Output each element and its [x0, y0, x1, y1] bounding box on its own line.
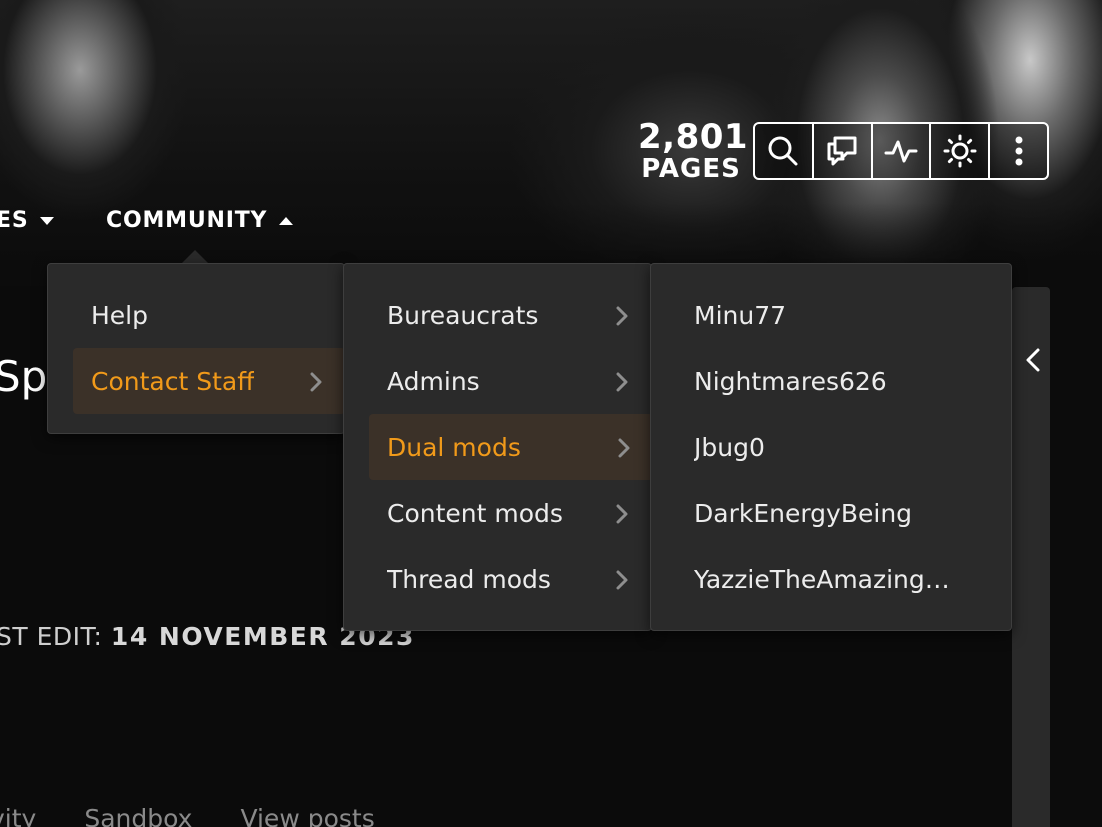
user-link: YazzieTheAmazing…: [694, 564, 950, 594]
activity-button[interactable]: [873, 124, 932, 178]
community-dropdown: Help Contact Staff: [47, 263, 345, 434]
menu-item-admins[interactable]: Admins: [369, 348, 651, 414]
menu-item-label: Admins: [387, 366, 480, 396]
nav-item-partial[interactable]: ES: [0, 208, 55, 233]
more-options-icon: [1015, 136, 1023, 166]
chevron-right-icon: [615, 370, 629, 392]
chevron-right-icon: [617, 436, 631, 458]
profile-tabs: vity Sandbox View posts: [0, 804, 375, 827]
chevron-left-icon[interactable]: [1022, 347, 1044, 373]
nav-item-community[interactable]: COMMUNITY: [106, 208, 294, 233]
menu-item-user[interactable]: Nightmares626: [676, 348, 996, 414]
user-link: Nightmares626: [694, 366, 887, 396]
menu-item-user[interactable]: Minu77: [676, 282, 996, 348]
menu-item-label: Help: [91, 300, 148, 330]
more-options-button[interactable]: [990, 124, 1047, 178]
nav-item-partial-label: ES: [0, 208, 29, 233]
menu-item-bureaucrats[interactable]: Bureaucrats: [369, 282, 651, 348]
dual-mods-submenu: Minu77 Nightmares626 Jbug0 DarkEnergyBei…: [650, 263, 1012, 631]
last-edit-label: ST EDIT:: [0, 622, 103, 651]
search-button[interactable]: [755, 124, 814, 178]
chevron-right-icon: [615, 304, 629, 326]
page-root: 2,801 PAGES ES COMMUNITY Spo ST EDIT: 14…: [0, 0, 1102, 827]
page-count-stat: 2,801 PAGES: [638, 117, 749, 184]
menu-item-content-mods[interactable]: Content mods: [369, 480, 651, 546]
chevron-up-icon: [279, 216, 294, 225]
menu-item-label: Content mods: [387, 498, 563, 528]
chevron-down-icon: [40, 216, 55, 225]
theme-toggle-icon: [943, 134, 977, 168]
contact-staff-submenu: Bureaucrats Admins Dual mods Content mod…: [343, 263, 653, 631]
user-link: DarkEnergyBeing: [694, 498, 913, 528]
menu-item-user[interactable]: Jbug0: [676, 414, 996, 480]
nav-item-community-label: COMMUNITY: [106, 208, 268, 233]
activity-icon: [884, 140, 918, 163]
chevron-right-icon: [309, 370, 323, 392]
search-icon: [768, 136, 798, 166]
page-count-label: PAGES: [641, 154, 741, 184]
tab-activity[interactable]: vity: [0, 804, 36, 827]
menu-item-help[interactable]: Help: [73, 282, 343, 348]
menu-item-contact-staff[interactable]: Contact Staff: [73, 348, 345, 414]
menu-item-label: Dual mods: [387, 432, 521, 462]
chevron-right-icon: [615, 502, 629, 524]
discussions-button[interactable]: [814, 124, 873, 178]
tab-sandbox[interactable]: Sandbox: [84, 804, 192, 827]
page-count-number: 2,801: [638, 117, 749, 157]
chevron-right-icon: [615, 568, 629, 590]
menu-item-label: Bureaucrats: [387, 300, 539, 330]
menu-item-user[interactable]: YazzieTheAmazing…: [676, 546, 996, 612]
menu-item-label: Contact Staff: [91, 366, 255, 396]
user-link: Jbug0: [694, 432, 765, 462]
menu-item-label: Thread mods: [387, 564, 551, 594]
discussions-icon: [827, 136, 857, 166]
menu-item-user[interactable]: DarkEnergyBeing: [676, 480, 996, 546]
menu-item-thread-mods[interactable]: Thread mods: [369, 546, 651, 612]
user-link: Minu77: [694, 300, 787, 330]
header-toolbar: [753, 122, 1049, 180]
dropdown-notch: [181, 250, 209, 264]
menu-item-dual-mods[interactable]: Dual mods: [369, 414, 653, 480]
theme-toggle-button[interactable]: [931, 124, 991, 178]
side-rail: [1012, 287, 1050, 827]
tab-view-posts[interactable]: View posts: [240, 804, 374, 827]
